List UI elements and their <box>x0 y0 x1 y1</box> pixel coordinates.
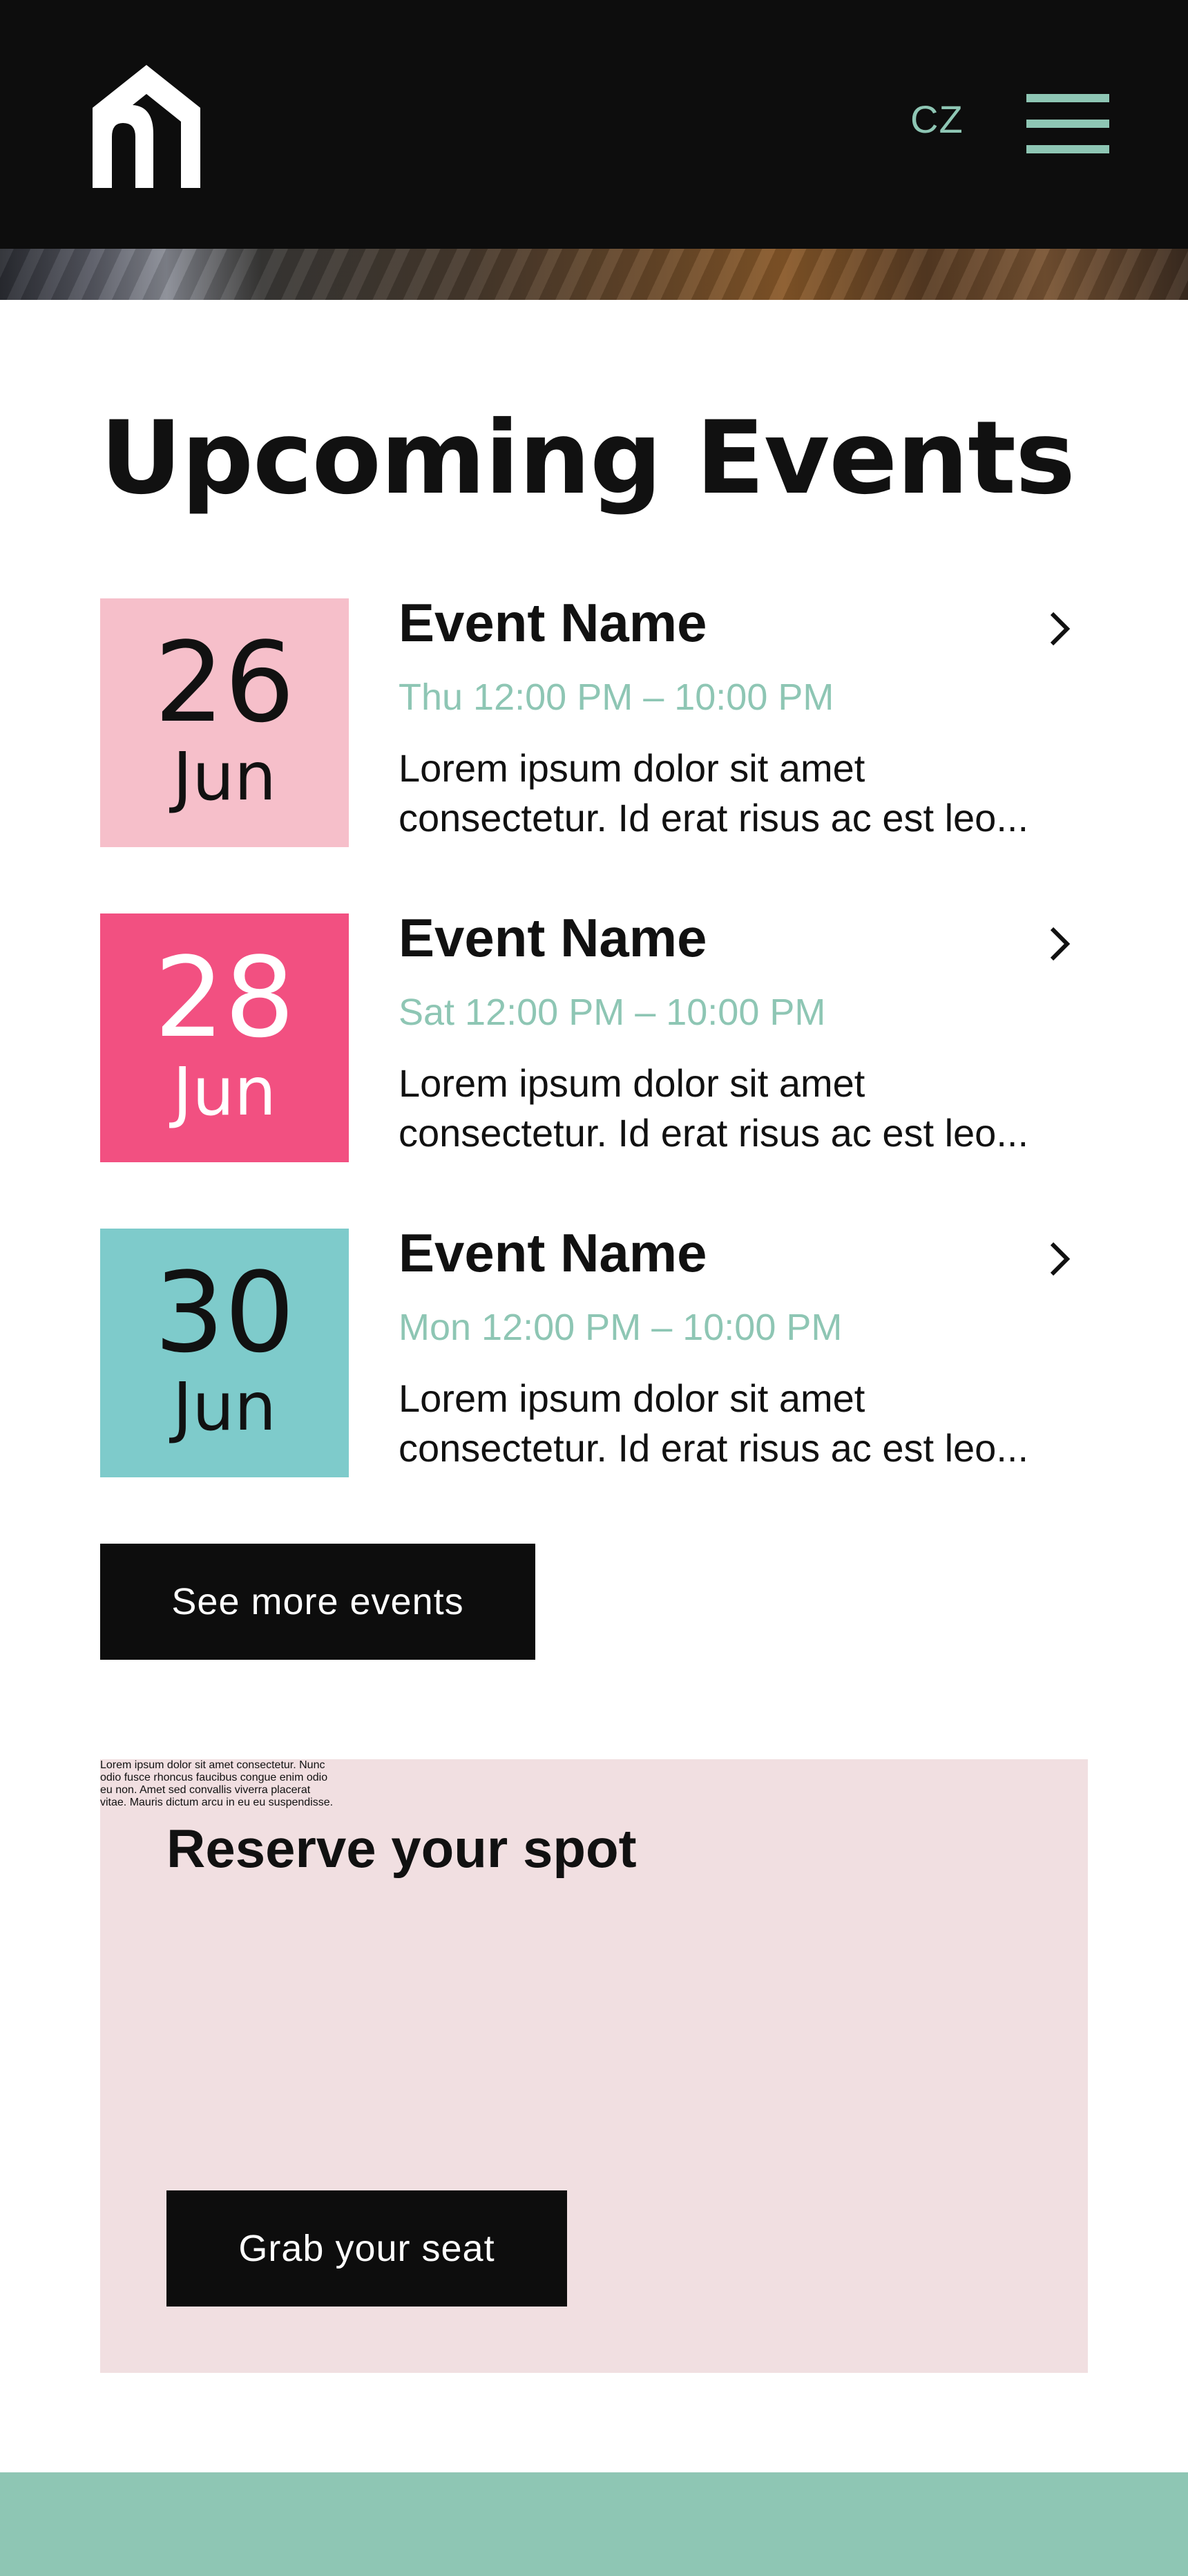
house-arch-logo-icon[interactable] <box>93 65 200 188</box>
event-name: Event Name <box>399 1222 707 1283</box>
event-date-badge: 28 Jun <box>100 913 349 1162</box>
event-description-line: Lorem ipsum dolor sit amet <box>399 1061 865 1105</box>
event-description: Lorem ipsum dolor sit amet consectetur. … <box>399 1374 1089 1473</box>
event-name: Event Name <box>399 592 707 653</box>
chevron-right-icon[interactable] <box>1046 925 1074 963</box>
reserve-description-line: eu non. Amet sed convallis viverra place… <box>100 1784 311 1796</box>
see-more-events-button[interactable]: See more events <box>100 1544 535 1660</box>
event-card[interactable]: 26 Jun Event Name Thu 12:00 PM – 10:00 P… <box>100 592 1089 847</box>
chevron-right-icon[interactable] <box>1046 609 1074 648</box>
event-day: 26 <box>154 618 295 747</box>
event-month: Jun <box>173 1053 276 1130</box>
section-title: Upcoming Events <box>100 399 1075 517</box>
site-header: CZ <box>0 0 1188 249</box>
footer-band <box>0 2472 1188 2576</box>
event-month: Jun <box>173 1368 276 1446</box>
event-date-badge: 30 Jun <box>100 1229 349 1477</box>
event-time: Mon 12:00 PM – 10:00 PM <box>399 1307 843 1348</box>
event-description-line: consectetur. Id erat risus ac est leo... <box>399 796 1028 840</box>
event-description-line: Lorem ipsum dolor sit amet <box>399 1376 865 1420</box>
event-time: Thu 12:00 PM – 10:00 PM <box>399 676 834 718</box>
reserve-card: Reserve your spot Lorem ipsum dolor sit … <box>100 1759 1088 2373</box>
event-card[interactable]: 28 Jun Event Name Sat 12:00 PM – 10:00 P… <box>100 907 1089 1162</box>
event-time: Sat 12:00 PM – 10:00 PM <box>399 992 826 1033</box>
reserve-description-line: vitae. Mauris dictum arcu in eu eu suspe… <box>100 1797 334 1808</box>
event-description: Lorem ipsum dolor sit amet consectetur. … <box>399 744 1089 843</box>
event-date-badge: 26 Jun <box>100 598 349 847</box>
event-card[interactable]: 30 Jun Event Name Mon 12:00 PM – 10:00 P… <box>100 1222 1089 1477</box>
event-description: Lorem ipsum dolor sit amet consectetur. … <box>399 1059 1089 1158</box>
event-description-line: Lorem ipsum dolor sit amet <box>399 746 865 790</box>
language-switch[interactable]: CZ <box>910 97 964 142</box>
event-description-line: consectetur. Id erat risus ac est leo... <box>399 1111 1028 1155</box>
event-name: Event Name <box>399 907 707 968</box>
hamburger-menu-icon[interactable] <box>1026 94 1109 153</box>
event-day: 30 <box>154 1248 295 1377</box>
chevron-right-icon[interactable] <box>1046 1240 1074 1278</box>
reserve-title: Reserve your spot <box>166 1818 637 1879</box>
event-month: Jun <box>173 738 276 815</box>
event-day: 28 <box>154 933 295 1062</box>
reserve-description-line: Lorem ipsum dolor sit amet consectetur. … <box>100 1759 325 1771</box>
reserve-description-line: odio fusce rhoncus faucibus congue enim … <box>100 1772 328 1783</box>
event-description-line: consectetur. Id erat risus ac est leo... <box>399 1426 1028 1470</box>
hero-image-strip <box>0 249 1188 300</box>
grab-your-seat-button[interactable]: Grab your seat <box>166 2190 567 2307</box>
